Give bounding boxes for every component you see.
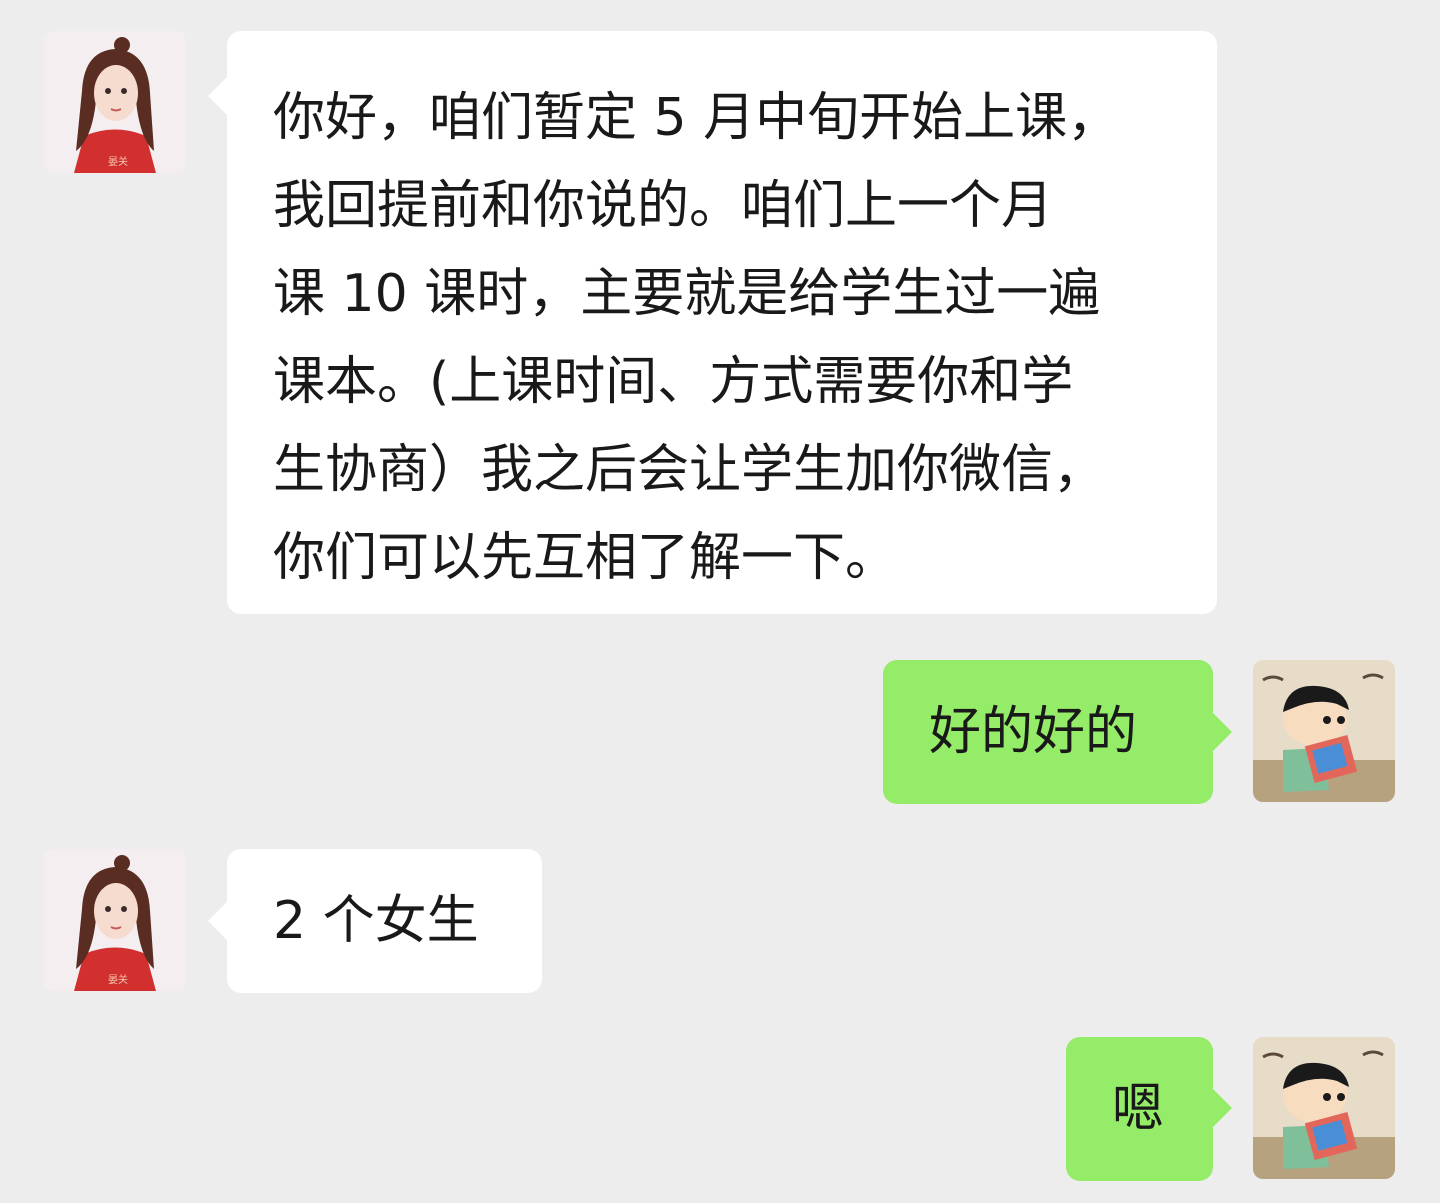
message-bubble[interactable]: 好的好的 bbox=[883, 660, 1213, 804]
contact-avatar[interactable]: 晏关 bbox=[44, 849, 186, 991]
bubble-tail bbox=[1212, 712, 1232, 752]
my-avatar[interactable] bbox=[1253, 1037, 1395, 1179]
cartoon-boy-avatar-icon bbox=[1253, 1037, 1395, 1179]
contact-avatar[interactable]: 晏关 bbox=[44, 31, 186, 173]
message-bubble[interactable]: 嗯 bbox=[1066, 1037, 1213, 1181]
girl-avatar-icon: 晏关 bbox=[44, 849, 186, 991]
cartoon-boy-avatar-icon bbox=[1253, 660, 1395, 802]
bubble-tail bbox=[208, 76, 228, 116]
bubble-tail bbox=[208, 901, 228, 941]
my-avatar[interactable] bbox=[1253, 660, 1395, 802]
svg-text:晏关: 晏关 bbox=[108, 973, 128, 986]
svg-text:晏关: 晏关 bbox=[108, 155, 128, 168]
message-bubble[interactable]: 你好，咱们暂定 5 月中旬开始上课， 我回提前和你说的。咱们上一个月 课 10 … bbox=[227, 31, 1217, 614]
message-bubble[interactable]: 2 个女生 bbox=[227, 849, 542, 993]
girl-avatar-icon: 晏关 bbox=[44, 31, 186, 173]
bubble-tail bbox=[1212, 1088, 1232, 1128]
